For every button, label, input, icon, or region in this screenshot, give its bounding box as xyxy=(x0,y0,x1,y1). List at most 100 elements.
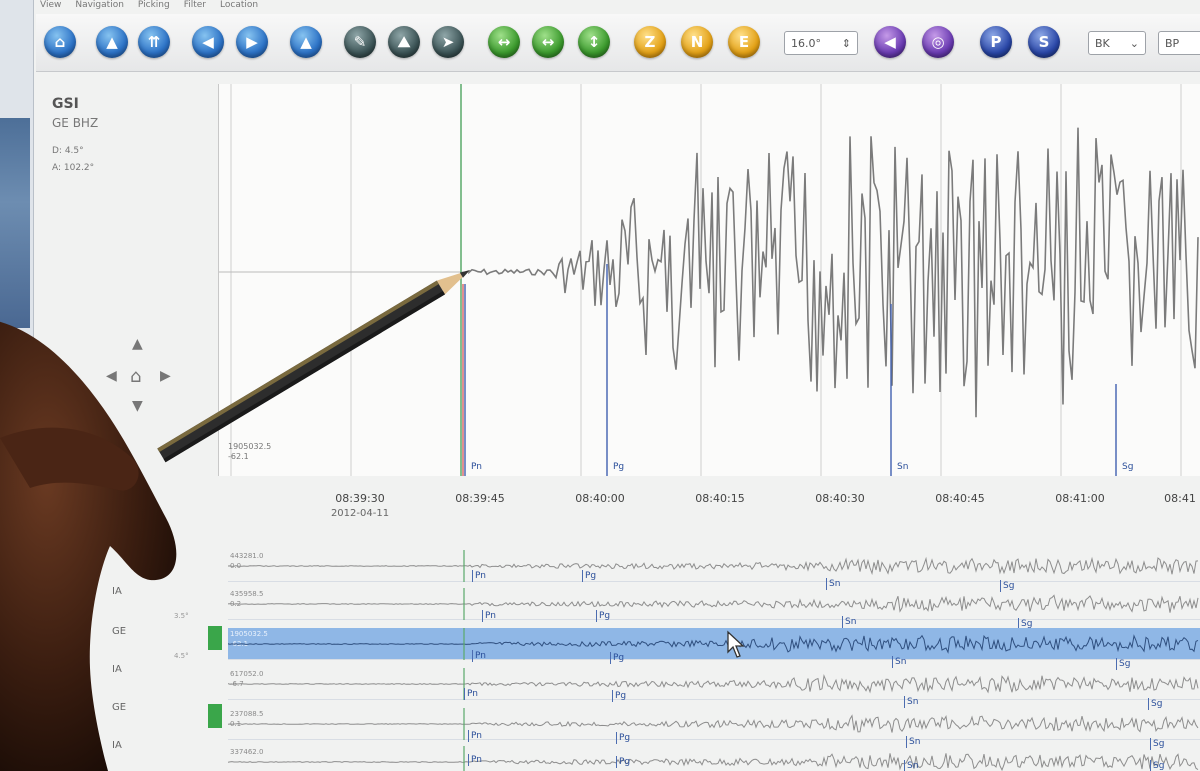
record-waveform xyxy=(228,668,1199,700)
filter-frequency-spinbox[interactable]: 16.0° ⇕ xyxy=(784,31,858,55)
time-tick: 08:41:00 xyxy=(1055,492,1105,505)
time-tick: 08:39:45 xyxy=(455,492,505,505)
record-network: GE xyxy=(112,702,127,713)
menu-picking[interactable]: Picking xyxy=(138,0,170,14)
component-z-label: Z xyxy=(644,33,656,51)
time-tick: 08:40:30 xyxy=(815,492,865,505)
record-pick-pn: Pn xyxy=(472,650,486,662)
record-waveform xyxy=(228,746,1199,771)
time-tick: 08:39:30 xyxy=(335,492,385,505)
mountain-icon: ⛰ xyxy=(397,33,411,51)
menu-filter[interactable]: Filter xyxy=(184,0,206,14)
relocate-button[interactable]: ◎ xyxy=(922,26,954,58)
network-select-value: BK xyxy=(1095,36,1110,50)
record-network: IA xyxy=(112,586,122,597)
record-row[interactable]: 435958.5 0.2 Pn Pg Sn Sg xyxy=(228,588,1200,630)
component-z-button[interactable]: Z xyxy=(634,26,666,58)
component-e-label: E xyxy=(738,33,750,51)
align-icon: ↔ xyxy=(497,33,511,51)
record-pick-pn: Pn xyxy=(464,688,478,700)
station-distance: D: 4.5° xyxy=(52,146,84,156)
station-code: GSI xyxy=(52,96,79,112)
scroll-up-button[interactable]: ▲ xyxy=(96,26,128,58)
scroll-right-button[interactable]: ▶ xyxy=(236,26,268,58)
time-tick: 08:40:15 xyxy=(695,492,745,505)
record-waveform xyxy=(228,708,1199,740)
align-p-button[interactable]: ↔ xyxy=(488,26,520,58)
nav-up-icon[interactable]: ▲ xyxy=(132,336,143,352)
menubar: View Navigation Picking Filter Location xyxy=(36,0,258,14)
menu-view[interactable]: View xyxy=(40,0,61,14)
spinner-icon: ⇕ xyxy=(841,36,851,50)
nav-right-icon[interactable]: ▶ xyxy=(160,368,171,384)
record-pick-pg: Pg xyxy=(582,570,596,582)
align-s-button[interactable]: ↔ xyxy=(532,26,564,58)
measure-tool-button[interactable]: ➤ xyxy=(432,26,464,58)
network-select[interactable]: BK ⌄ xyxy=(1088,31,1146,55)
home-icon: ⌂ xyxy=(54,33,66,51)
record-pick-sn: Sn xyxy=(892,656,906,668)
record-row[interactable]: 617052.0 -6.7 Pn Pg Sn Sg xyxy=(228,668,1200,710)
pick-p-button[interactable]: P xyxy=(980,26,1012,58)
station-azimuth: A: 102.2° xyxy=(52,163,95,173)
arrow-up-icon: ▲ xyxy=(300,33,312,51)
align-origin-button[interactable]: ↕ xyxy=(578,26,610,58)
double-arrow-icon: ⇈ xyxy=(147,33,161,51)
navigation-pad: ▲ ◀ ⌂ ▶ ▼ xyxy=(104,336,184,422)
nav-home-icon[interactable]: ⌂ xyxy=(130,366,141,387)
pick-pg-label: Pg xyxy=(613,462,625,472)
trace-date: 2012-04-11 xyxy=(330,508,390,519)
record-pick-pn: Pn xyxy=(468,754,482,766)
record-network: GE xyxy=(112,626,127,637)
menu-navigation[interactable]: Navigation xyxy=(75,0,124,14)
zoom-tool-button[interactable]: ✎ xyxy=(344,26,376,58)
pick-s-button[interactable]: S xyxy=(1028,26,1060,58)
scroll-top-button[interactable]: ⇈ xyxy=(138,26,170,58)
pick-pn-label: Pn xyxy=(471,462,482,472)
main-trace-view[interactable]: Pn Pg Sn Sg xyxy=(218,84,1200,476)
toolbar: ⌂ ▲ ⇈ ◀ ▶ ▲ ✎ ⛰ ➤ ↔ ↔ ↕ Z N E 16.0° ⇕ ◀ … xyxy=(36,14,1200,72)
record-pick-pg: Pg xyxy=(616,756,630,768)
arrow-up-icon: ▲ xyxy=(106,33,118,51)
nav-down-icon[interactable]: ▼ xyxy=(132,398,143,414)
record-pick-pg: Pg xyxy=(610,652,624,664)
waveform-plot xyxy=(219,84,1199,476)
record-pick-sn: Sn xyxy=(842,616,856,628)
record-pick-sg: Sg xyxy=(1150,760,1164,771)
trace-amplitude-info: 1905032.5 -62.1 xyxy=(228,442,271,462)
desktop-strip xyxy=(0,0,34,771)
bandpass-select[interactable]: BP xyxy=(1158,31,1200,55)
home-button[interactable]: ⌂ xyxy=(44,26,76,58)
amplitude-max: 1905032.5 xyxy=(228,442,272,451)
record-row-selected[interactable]: 1905032.5 -62.1 Pn Pg Sn Sg xyxy=(228,628,1200,670)
next-button[interactable]: ▲ xyxy=(290,26,322,58)
previous-event-button[interactable]: ◀ xyxy=(874,26,906,58)
station-channel: GE BHZ xyxy=(52,116,99,130)
filter-tool-button[interactable]: ⛰ xyxy=(388,26,420,58)
pick-sg-label: Sg xyxy=(1122,462,1134,472)
scroll-left-button[interactable]: ◀ xyxy=(192,26,224,58)
record-row[interactable]: 443281.0 0.0 Pn Pg Sn Sg xyxy=(228,550,1200,592)
component-n-button[interactable]: N xyxy=(681,26,713,58)
arrow-right-icon: ▶ xyxy=(246,33,258,51)
time-axis: 08:39:30 08:39:45 08:40:00 08:40:15 08:4… xyxy=(218,476,1200,528)
pick-p-label: P xyxy=(990,33,1002,51)
record-distance: 4.5° xyxy=(174,652,189,660)
record-status-indicator xyxy=(208,704,222,728)
nav-left-icon[interactable]: ◀ xyxy=(106,368,117,384)
menu-location[interactable]: Location xyxy=(220,0,258,14)
back-icon: ◀ xyxy=(884,33,896,51)
component-e-button[interactable]: E xyxy=(728,26,760,58)
record-status-indicator xyxy=(208,626,222,650)
record-pick-pg: Pg xyxy=(596,610,610,622)
record-row[interactable]: 237088.5 0.1 Pn Pg Sn Sg xyxy=(228,708,1200,750)
record-network: IA xyxy=(112,664,122,675)
pick-s-label: S xyxy=(1038,33,1050,51)
pencil-icon: ✎ xyxy=(353,33,367,51)
record-row[interactable]: 337462.0 Pn Pg Sn Sg xyxy=(228,746,1200,771)
mouse-cursor-icon xyxy=(727,630,745,658)
record-pick-pg: Pg xyxy=(616,732,630,744)
record-waveform xyxy=(228,588,1199,620)
time-tick: 08:40:45 xyxy=(935,492,985,505)
record-pick-pn: Pn xyxy=(468,730,482,742)
